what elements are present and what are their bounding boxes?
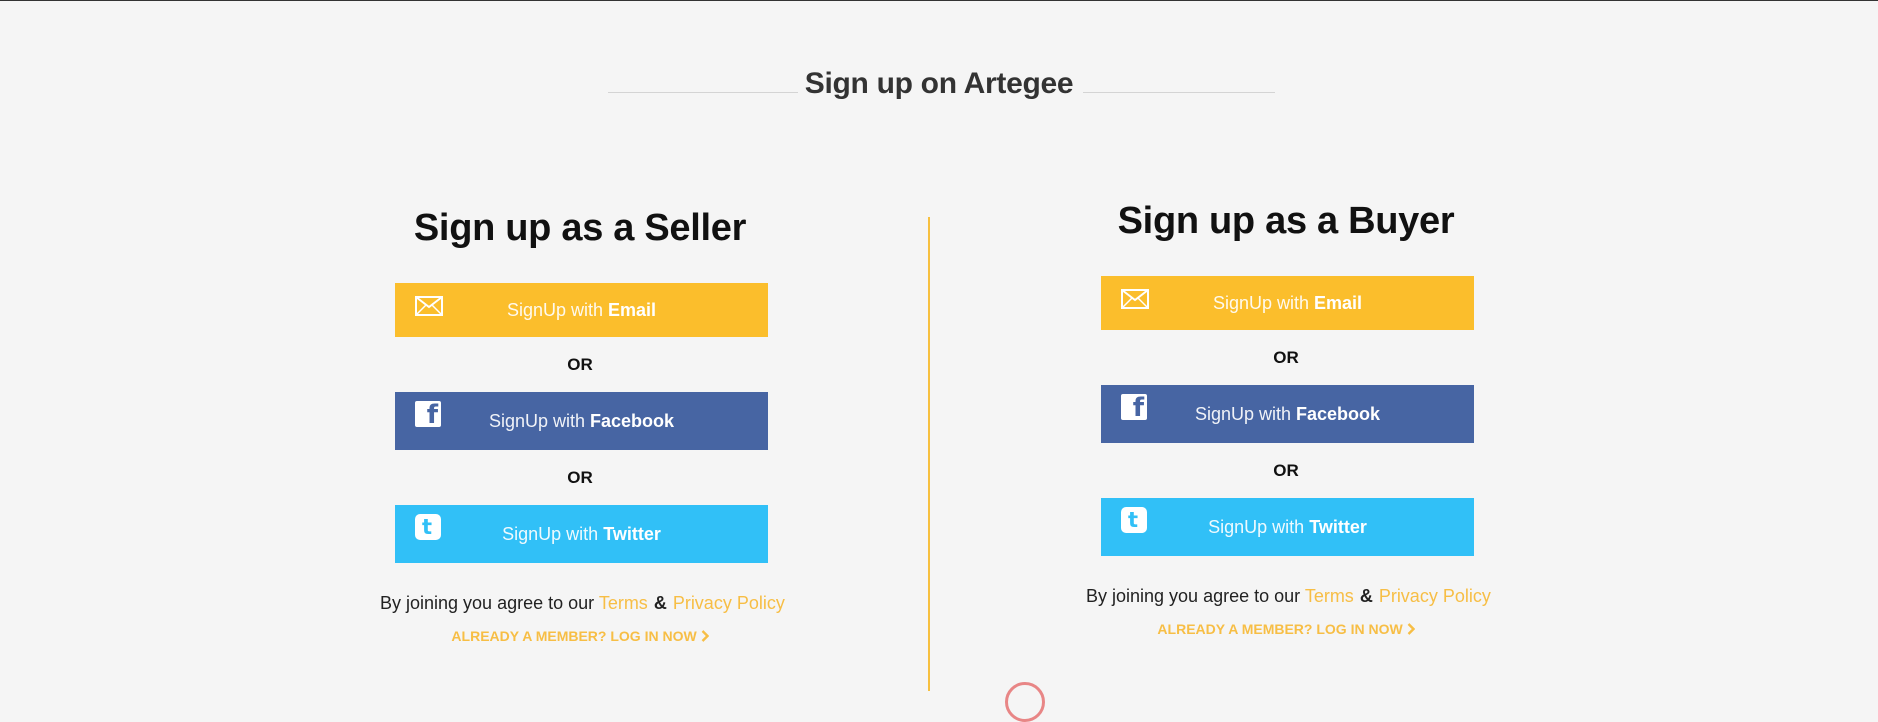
seller-or-separator-2: OR [567, 468, 593, 487]
chevron-right-icon [701, 628, 709, 644]
seller-email-signup-button[interactable]: SignUp with Email [395, 283, 768, 337]
buyer-signup-panel: Sign up as a Buyer SignUp with Email OR … [1086, 198, 1491, 637]
header-divider-right [1083, 92, 1275, 93]
decorative-circle [1005, 682, 1045, 722]
chevron-right-icon [1407, 621, 1415, 637]
buyer-email-signup-button[interactable]: SignUp with Email [1101, 276, 1474, 330]
buyer-facebook-label-strong: Facebook [1296, 404, 1381, 424]
buyer-title: Sign up as a Buyer [1117, 200, 1455, 242]
buyer-terms-link[interactable]: Terms [1305, 586, 1354, 606]
seller-facebook-label-prefix: SignUp with [488, 411, 591, 431]
header-divider-left [608, 92, 798, 93]
seller-terms-agreement: By joining you agree to our Terms & Privac… [380, 593, 785, 614]
buyer-terms-agreement: By joining you agree to our Terms & Privac… [1086, 586, 1491, 607]
buyer-privacy-link[interactable]: Privacy Policy [1379, 586, 1491, 606]
seller-twitter-label-prefix: SignUp with [502, 524, 604, 544]
seller-ampersand: & [653, 593, 667, 613]
seller-twitter-label-strong: Twitter [603, 524, 661, 544]
buyer-twitter-signup-button[interactable]: t SignUp with Twitter [1101, 498, 1474, 556]
seller-privacy-link[interactable]: Privacy Policy [673, 593, 785, 613]
buyer-or-separator-2: OR [1273, 461, 1299, 480]
buyer-agree-text: By joining you agree to our [1086, 586, 1305, 606]
buyer-ampersand: & [1359, 586, 1373, 606]
buyer-login-link[interactable]: ALREADY A MEMBER? LOG IN NOW [1086, 621, 1486, 637]
seller-or-separator-1: OR [567, 355, 593, 374]
buyer-email-label-strong: Email [1314, 293, 1363, 313]
page-title: Sign up on Artegee [804, 67, 1074, 100]
seller-facebook-label-strong: Facebook [590, 411, 675, 431]
seller-terms-link[interactable]: Terms [599, 593, 648, 613]
seller-agree-text: By joining you agree to our [380, 593, 599, 613]
buyer-facebook-label-prefix: SignUp with [1194, 404, 1297, 424]
buyer-email-label-prefix: SignUp with [1212, 293, 1315, 313]
seller-email-label-prefix: SignUp with [506, 300, 609, 320]
twitter-icon: t [415, 505, 441, 563]
buyer-or-separator-1: OR [1273, 348, 1299, 367]
buyer-facebook-signup-button[interactable]: f SignUp with Facebook [1101, 385, 1474, 443]
seller-title: Sign up as a Seller [413, 207, 747, 249]
envelope-icon [415, 283, 443, 337]
seller-signup-panel: Sign up as a Seller SignUp with Email OR… [380, 205, 785, 644]
twitter-icon: t [1121, 498, 1147, 556]
buyer-twitter-label-strong: Twitter [1309, 517, 1367, 537]
buyer-twitter-label-prefix: SignUp with [1208, 517, 1310, 537]
facebook-icon: f [1121, 385, 1147, 443]
buyer-login-label: ALREADY A MEMBER? LOG IN NOW [1157, 621, 1403, 637]
facebook-icon: f [415, 392, 441, 450]
envelope-icon [1121, 276, 1149, 330]
seller-email-label-strong: Email [608, 300, 657, 320]
seller-facebook-signup-button[interactable]: f SignUp with Facebook [395, 392, 768, 450]
column-divider [928, 217, 930, 691]
seller-login-link[interactable]: ALREADY A MEMBER? LOG IN NOW [380, 628, 780, 644]
seller-twitter-signup-button[interactable]: t SignUp with Twitter [395, 505, 768, 563]
page-header: Sign up on Artegee [0, 67, 1878, 101]
seller-login-label: ALREADY A MEMBER? LOG IN NOW [451, 628, 697, 644]
